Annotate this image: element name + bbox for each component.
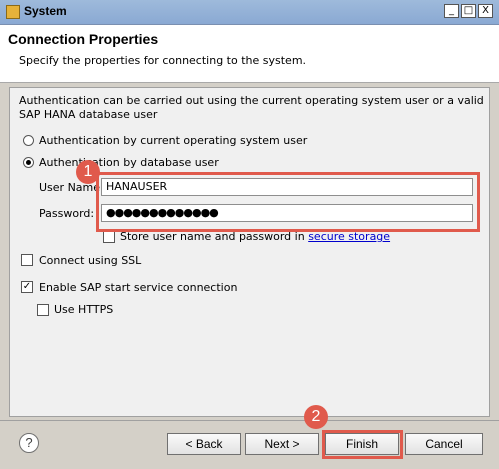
minimize-button[interactable]: _	[444, 4, 459, 18]
window-title: System	[24, 4, 67, 18]
password-label: Password:	[39, 207, 95, 220]
callout-finish-highlight	[322, 430, 403, 459]
ssl-checkbox[interactable]	[21, 254, 33, 266]
sap-start-label: Enable SAP start service connection	[39, 281, 238, 294]
auth-db-label: Authentication by database user	[39, 156, 219, 169]
auth-os-label: Authentication by current operating syst…	[39, 134, 308, 147]
cancel-button[interactable]: Cancel	[405, 433, 483, 455]
auth-db-radio[interactable]	[23, 157, 34, 168]
ssl-label: Connect using SSL	[39, 254, 142, 267]
store-credentials-checkbox[interactable]	[103, 231, 115, 243]
auth-os-radio[interactable]	[23, 135, 34, 146]
username-label: User Name:	[39, 181, 104, 194]
https-checkbox[interactable]	[37, 304, 49, 316]
callout-badge-1: 1	[76, 160, 100, 184]
wizard-header: Connection Properties Specify the proper…	[0, 25, 499, 83]
title-bar[interactable]: System _ □ X	[0, 0, 499, 25]
system-dialog: System _ □ X Connection Properties Speci…	[0, 0, 499, 469]
callout-credentials-highlight	[96, 172, 480, 232]
footer-divider	[0, 420, 499, 421]
content-panel: Authentication can be carried out using …	[9, 87, 490, 417]
back-button[interactable]: < Back	[167, 433, 241, 455]
close-button[interactable]: X	[478, 4, 493, 18]
https-label: Use HTTPS	[54, 303, 114, 316]
system-icon	[6, 5, 20, 19]
help-icon[interactable]: ?	[19, 433, 39, 453]
page-title: Connection Properties	[8, 31, 159, 47]
next-button[interactable]: Next >	[245, 433, 319, 455]
callout-badge-2: 2	[304, 405, 328, 429]
maximize-button[interactable]: □	[461, 4, 476, 18]
auth-description: Authentication can be carried out using …	[19, 94, 484, 121]
page-description: Specify the properties for connecting to…	[19, 54, 307, 67]
sap-start-checkbox[interactable]: ✓	[21, 281, 33, 293]
